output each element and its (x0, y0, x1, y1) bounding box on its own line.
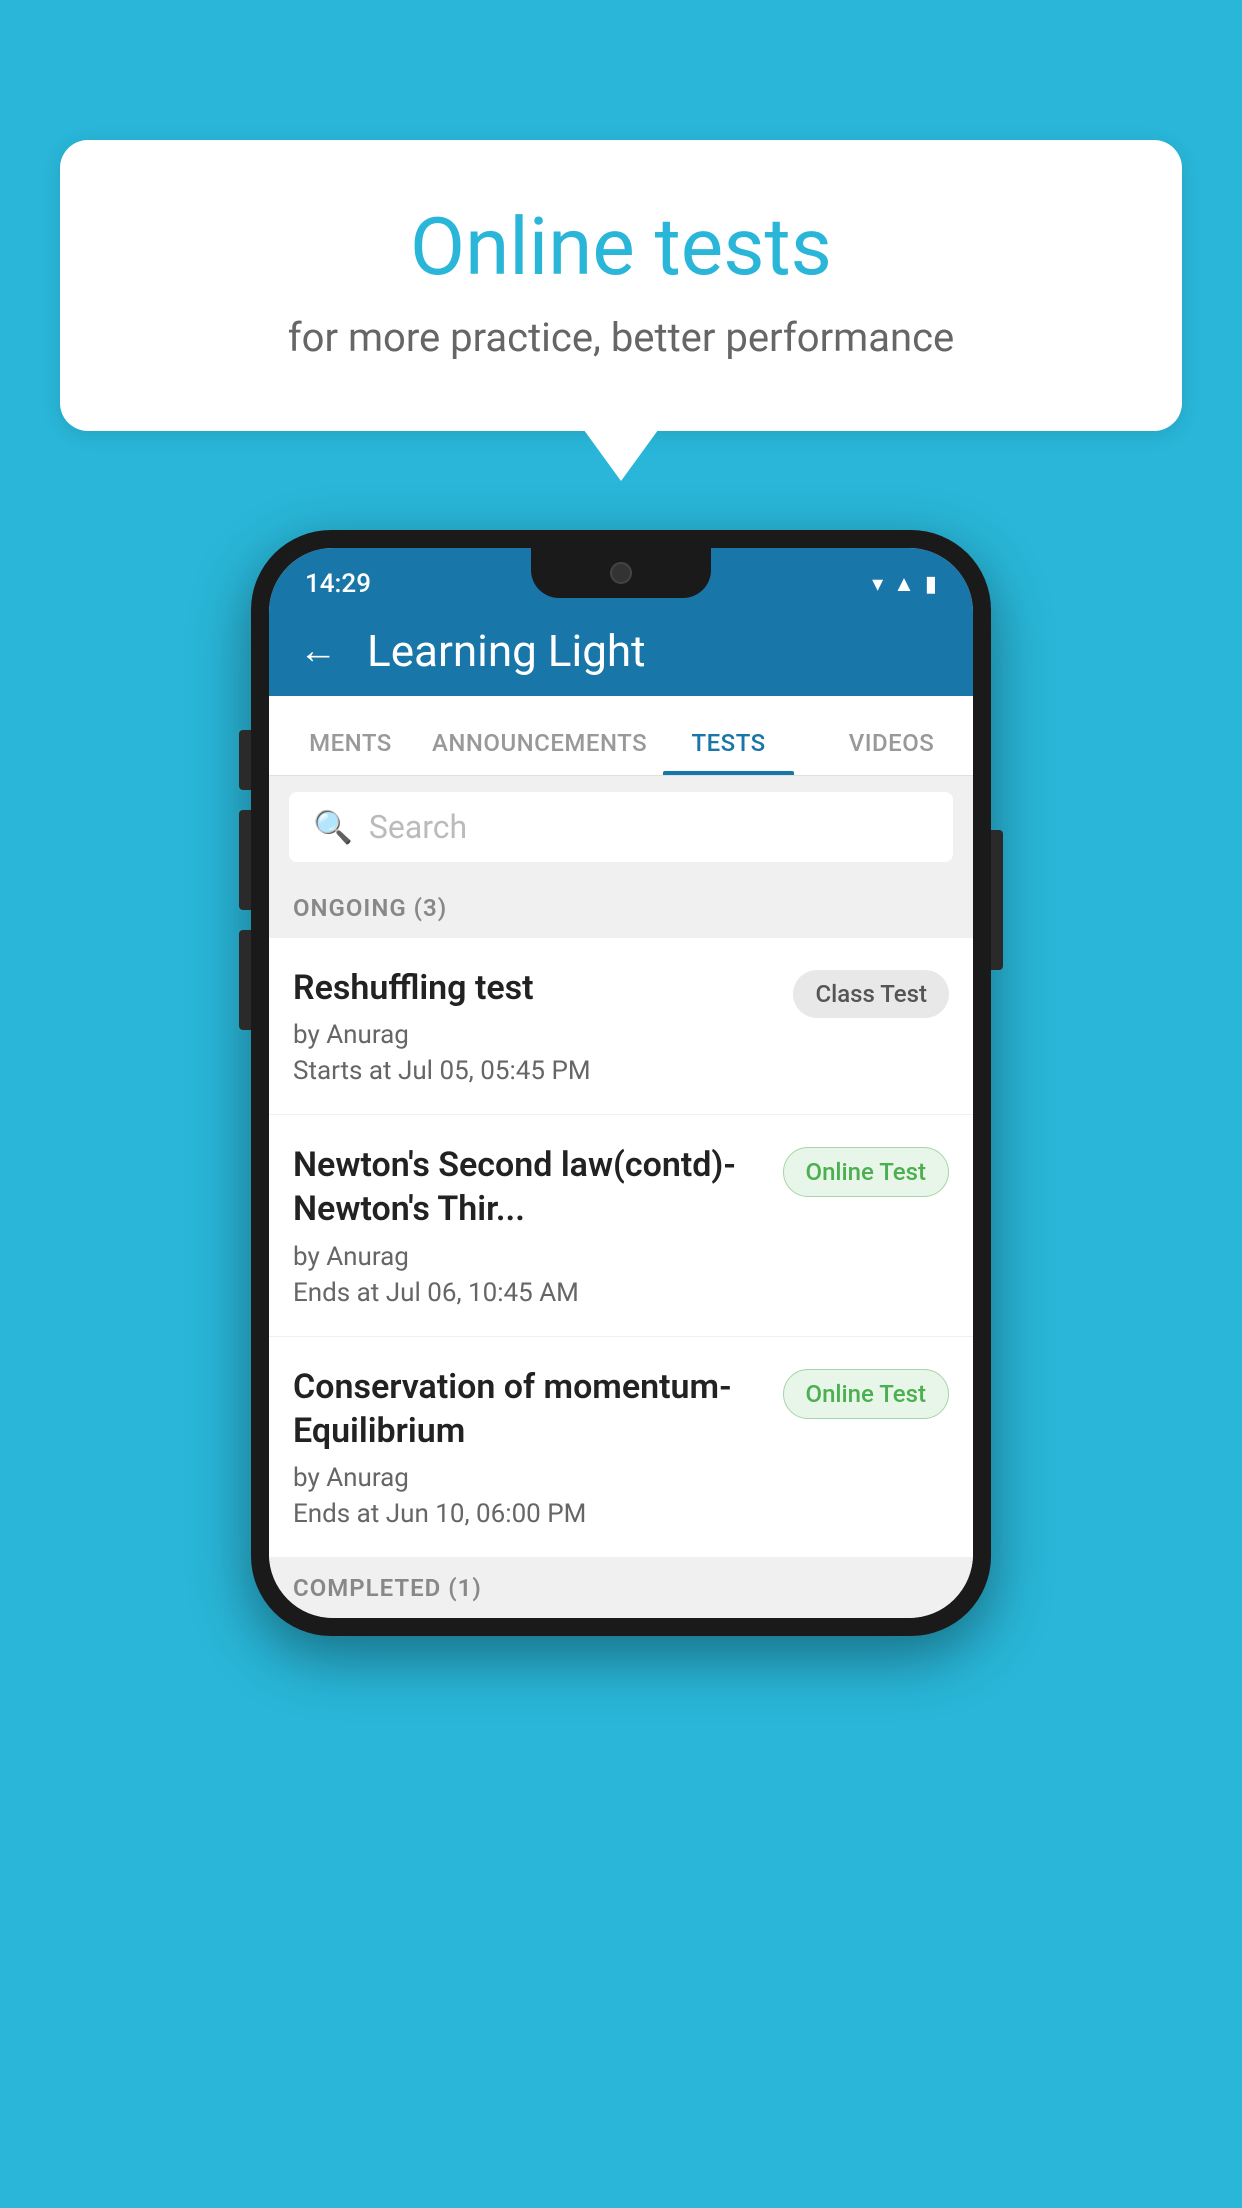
phone-notch (531, 548, 711, 598)
speech-bubble: Online tests for more practice, better p… (60, 140, 1182, 431)
tab-tests[interactable]: TESTS (647, 729, 810, 775)
test-info-2: Newton's Second law(contd)-Newton's Thir… (293, 1143, 783, 1307)
test-date-1: Starts at Jul 05, 05:45 PM (293, 1056, 773, 1086)
tab-announcements[interactable]: ANNOUNCEMENTS (432, 729, 647, 775)
test-name-2: Newton's Second law(contd)-Newton's Thir… (293, 1143, 763, 1231)
test-item-3[interactable]: Conservation of momentum-Equilibrium by … (269, 1337, 973, 1558)
volume-mid-button[interactable] (239, 930, 251, 1030)
test-info-3: Conservation of momentum-Equilibrium by … (293, 1365, 783, 1529)
test-date-2: Ends at Jul 06, 10:45 AM (293, 1278, 763, 1308)
wifi-icon: ▾ (872, 572, 883, 597)
test-name-1: Reshuffling test (293, 966, 773, 1010)
search-container: 🔍 Search (269, 776, 973, 878)
search-icon: 🔍 (313, 808, 353, 846)
test-author-1: by Anurag (293, 1020, 773, 1050)
status-icons: ▾ ▲ ▮ (872, 571, 937, 597)
volume-down-button[interactable] (239, 730, 251, 790)
test-list: Reshuffling test by Anurag Starts at Jul… (269, 938, 973, 1558)
test-item-1[interactable]: Reshuffling test by Anurag Starts at Jul… (269, 938, 973, 1115)
search-bar[interactable]: 🔍 Search (289, 792, 953, 862)
bubble-subtitle: for more practice, better performance (140, 314, 1102, 361)
power-button[interactable] (991, 830, 1003, 970)
app-header: ← Learning Light (269, 606, 973, 696)
tab-ments[interactable]: MENTS (269, 729, 432, 775)
back-button[interactable]: ← (299, 629, 337, 673)
test-item-2[interactable]: Newton's Second law(contd)-Newton's Thir… (269, 1115, 973, 1336)
completed-label: COMPLETED (1) (293, 1574, 482, 1602)
completed-section-header: COMPLETED (1) (269, 1558, 973, 1618)
tab-videos[interactable]: VIDEOS (810, 729, 973, 775)
ongoing-label: ONGOING (3) (293, 894, 447, 922)
volume-up-button[interactable] (239, 810, 251, 910)
test-badge-2: Online Test (783, 1147, 949, 1197)
ongoing-section-header: ONGOING (3) (269, 878, 973, 938)
test-info-1: Reshuffling test by Anurag Starts at Jul… (293, 966, 793, 1086)
battery-icon: ▮ (925, 572, 937, 597)
signal-icon: ▲ (893, 571, 915, 597)
test-author-2: by Anurag (293, 1242, 763, 1272)
phone-wrapper: 14:29 ▾ ▲ ▮ ← Learning Light MENTS ANNOU… (251, 530, 991, 1636)
bubble-title: Online tests (140, 200, 1102, 294)
status-time: 14:29 (305, 569, 371, 599)
front-camera (610, 562, 632, 584)
app-title: Learning Light (367, 625, 646, 677)
test-date-3: Ends at Jun 10, 06:00 PM (293, 1499, 763, 1529)
test-badge-3: Online Test (783, 1369, 949, 1419)
test-badge-1: Class Test (793, 970, 949, 1018)
test-author-3: by Anurag (293, 1463, 763, 1493)
tabs-bar: MENTS ANNOUNCEMENTS TESTS VIDEOS (269, 696, 973, 776)
phone-outer: 14:29 ▾ ▲ ▮ ← Learning Light MENTS ANNOU… (251, 530, 991, 1636)
search-placeholder: Search (369, 808, 467, 846)
test-name-3: Conservation of momentum-Equilibrium (293, 1365, 763, 1453)
phone-screen: 14:29 ▾ ▲ ▮ ← Learning Light MENTS ANNOU… (269, 548, 973, 1618)
